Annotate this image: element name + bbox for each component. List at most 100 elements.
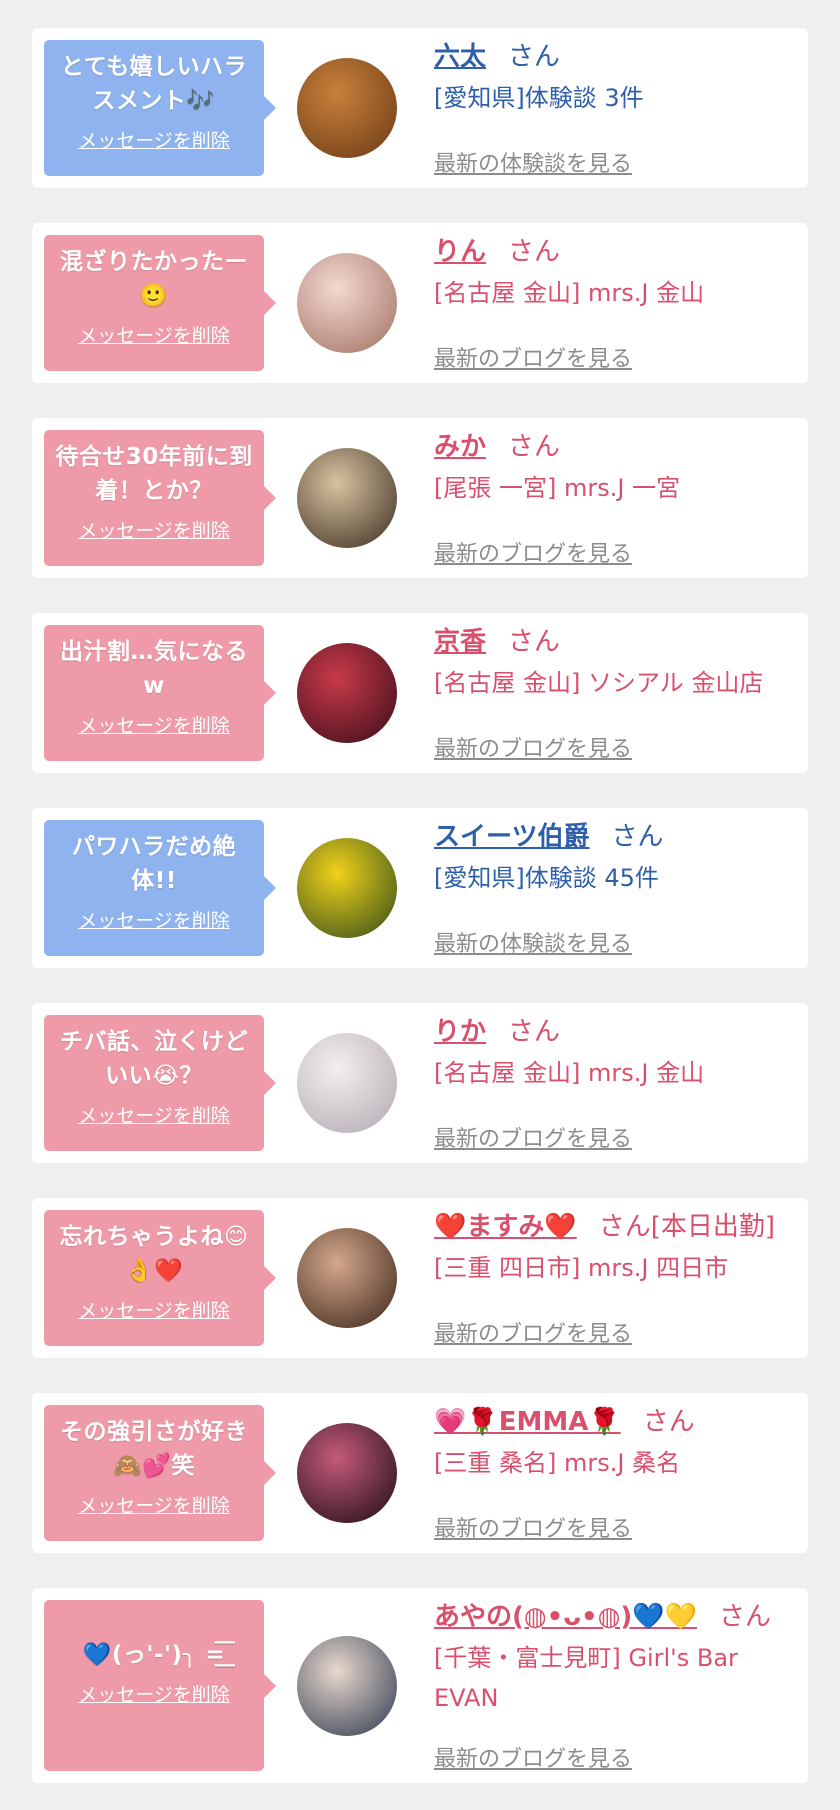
- message-text: 混ざりたかったー🙂: [60, 249, 248, 309]
- latest-post-link[interactable]: 最新のブログを見る: [434, 1511, 632, 1543]
- message-bubble: とても嬉しいハラスメント🎶 メッセージを削除: [44, 40, 276, 176]
- avatar[interactable]: [297, 253, 397, 353]
- delete-message-link[interactable]: メッセージを削除: [52, 711, 256, 738]
- avatar[interactable]: [297, 643, 397, 743]
- delete-message-link[interactable]: メッセージを削除: [52, 1491, 256, 1518]
- user-name-link[interactable]: スイーツ伯爵: [434, 822, 589, 852]
- latest-post-link[interactable]: 最新の体験談を見る: [434, 146, 632, 178]
- status-suffix: [本日出勤]: [650, 1212, 776, 1242]
- user-name-link[interactable]: ❤️ますみ❤️: [434, 1212, 577, 1242]
- name-line: みか さん: [434, 428, 798, 466]
- message-bubble: その強引さが好き🙈💕笑 メッセージを削除: [44, 1405, 276, 1541]
- delete-message-link[interactable]: メッセージを削除: [52, 1296, 256, 1323]
- latest-post-link[interactable]: 最新のブログを見る: [434, 536, 632, 568]
- message-card: 出汁割…気になるw メッセージを削除 京香 さん [名古屋 金山] ソシアル 金山…: [32, 613, 808, 773]
- latest-post-link[interactable]: 最新のブログを見る: [434, 341, 632, 373]
- message-bubble: 待合せ30年前に到着！とか？ メッセージを削除: [44, 430, 276, 566]
- message-text: パワハラだめ絶体!!: [71, 834, 237, 894]
- message-card: チバ話、泣くけどいい😭？ メッセージを削除 りか さん [名古屋 金山] mrs.…: [32, 1003, 808, 1163]
- name-line: あやの(◍•ᴗ•◍)💙💛 さん: [434, 1598, 798, 1636]
- name-line: ❤️ますみ❤️ さん[本日出勤]: [434, 1208, 798, 1246]
- user-name-link[interactable]: りか: [434, 1017, 486, 1047]
- name-line: りか さん: [434, 1013, 798, 1051]
- message-text: 出汁割…気になるw: [60, 639, 248, 699]
- delete-message-link[interactable]: メッセージを削除: [52, 126, 256, 153]
- message-bubble: パワハラだめ絶体!! メッセージを削除: [44, 820, 276, 956]
- honorific: さん: [718, 1602, 771, 1632]
- user-subtitle: [名古屋 金山] ソシアル 金山店: [434, 669, 764, 697]
- user-subtitle: [愛知県]体験談 45件: [434, 864, 659, 892]
- message-text: 忘れちゃうよね😊👌❤️: [59, 1224, 249, 1284]
- user-subtitle: [三重 桑名] mrs.J 桑名: [434, 1449, 681, 1477]
- honorific: さん: [508, 1017, 561, 1047]
- honorific: さん: [642, 1407, 695, 1437]
- user-name-link[interactable]: あやの(◍•ᴗ•◍)💙💛: [434, 1602, 697, 1632]
- user-info: 六太 さん [愛知県]体験談 3件: [434, 38, 798, 118]
- honorific: さん: [598, 1212, 651, 1242]
- latest-post-link[interactable]: 最新のブログを見る: [434, 1741, 632, 1773]
- avatar[interactable]: [297, 1423, 397, 1523]
- message-bubble: 忘れちゃうよね😊👌❤️ メッセージを削除: [44, 1210, 276, 1346]
- name-line: 六太 さん: [434, 38, 798, 76]
- delete-message-link[interactable]: メッセージを削除: [52, 1101, 256, 1128]
- avatar[interactable]: [297, 838, 397, 938]
- honorific: さん: [508, 432, 561, 462]
- message-bubble: チバ話、泣くけどいい😭？ メッセージを削除: [44, 1015, 276, 1151]
- user-info: りん さん [名古屋 金山] mrs.J 金山: [434, 233, 798, 313]
- user-name-link[interactable]: 京香: [434, 627, 486, 657]
- user-info: ❤️ますみ❤️ さん[本日出勤] [三重 四日市] mrs.J 四日市: [434, 1208, 798, 1288]
- user-subtitle: [愛知県]体験談 3件: [434, 84, 644, 112]
- message-text: その強引さが好き🙈💕笑: [60, 1419, 248, 1479]
- avatar[interactable]: [297, 1635, 397, 1736]
- message-bubble: 出汁割…気になるw メッセージを削除: [44, 625, 276, 761]
- delete-message-link[interactable]: メッセージを削除: [52, 516, 256, 543]
- message-bubble: 混ざりたかったー🙂 メッセージを削除: [44, 235, 276, 371]
- honorific: さん: [508, 627, 561, 657]
- message-card: 混ざりたかったー🙂 メッセージを削除 りん さん [名古屋 金山] mrs.J 金…: [32, 223, 808, 383]
- user-info: スイーツ伯爵 さん [愛知県]体験談 45件: [434, 818, 798, 898]
- honorific: さん: [611, 822, 664, 852]
- message-card: パワハラだめ絶体!! メッセージを削除 スイーツ伯爵 さん [愛知県]体験談 45…: [32, 808, 808, 968]
- name-line: 京香 さん: [434, 623, 798, 661]
- user-subtitle: [名古屋 金山] mrs.J 金山: [434, 1059, 705, 1087]
- message-card: とても嬉しいハラスメント🎶 メッセージを削除 六太 さん [愛知県]体験談 3件 …: [32, 28, 808, 188]
- delete-message-link[interactable]: メッセージを削除: [52, 906, 256, 933]
- message-text: 待合せ30年前に到着！とか？: [55, 444, 253, 504]
- message-card: 忘れちゃうよね😊👌❤️ メッセージを削除 ❤️ますみ❤️ さん[本日出勤] [三重…: [32, 1198, 808, 1358]
- user-info: 💗🌹EMMA🌹 さん [三重 桑名] mrs.J 桑名: [434, 1403, 798, 1483]
- message-card: 待合せ30年前に到着！とか？ メッセージを削除 みか さん [尾張 一宮] mrs…: [32, 418, 808, 578]
- honorific: さん: [508, 237, 561, 267]
- user-subtitle: [千葉・富士見町] Girl's Bar EVAN: [434, 1644, 738, 1712]
- message-card: その強引さが好き🙈💕笑 メッセージを削除 💗🌹EMMA🌹 さん [三重 桑名] m…: [32, 1393, 808, 1553]
- user-name-link[interactable]: 💗🌹EMMA🌹: [434, 1407, 621, 1437]
- avatar[interactable]: [297, 1033, 397, 1133]
- message-text: チバ話、泣くけどいい😭？: [60, 1029, 248, 1089]
- name-line: りん さん: [434, 233, 798, 271]
- name-line: スイーツ伯爵 さん: [434, 818, 798, 856]
- latest-post-link[interactable]: 最新のブログを見る: [434, 1121, 632, 1153]
- message-card: 💙(っ'-')╮ =͟͟͞͞ メッセージを削除 あやの(◍•ᴗ•◍)💙💛 さん […: [32, 1588, 808, 1783]
- latest-post-link[interactable]: 最新の体験談を見る: [434, 926, 632, 958]
- latest-post-link[interactable]: 最新のブログを見る: [434, 731, 632, 763]
- avatar[interactable]: [297, 58, 397, 158]
- message-text: とても嬉しいハラスメント🎶: [60, 54, 248, 114]
- notification-list: とても嬉しいハラスメント🎶 メッセージを削除 六太 さん [愛知県]体験談 3件 …: [0, 0, 840, 1783]
- name-line: 💗🌹EMMA🌹 さん: [434, 1403, 798, 1441]
- user-info: あやの(◍•ᴗ•◍)💙💛 さん [千葉・富士見町] Girl's Bar EVAN: [434, 1598, 798, 1718]
- user-name-link[interactable]: 六太: [434, 42, 486, 72]
- message-bubble: 💙(っ'-')╮ =͟͟͞͞ メッセージを削除: [44, 1600, 276, 1771]
- user-name-link[interactable]: みか: [434, 432, 486, 462]
- delete-message-link[interactable]: メッセージを削除: [52, 1680, 256, 1707]
- latest-post-link[interactable]: 最新のブログを見る: [434, 1316, 632, 1348]
- honorific: さん: [508, 42, 561, 72]
- user-info: みか さん [尾張 一宮] mrs.J 一宮: [434, 428, 798, 508]
- avatar[interactable]: [297, 448, 397, 548]
- user-subtitle: [三重 四日市] mrs.J 四日市: [434, 1254, 729, 1282]
- user-subtitle: [名古屋 金山] mrs.J 金山: [434, 279, 705, 307]
- user-info: りか さん [名古屋 金山] mrs.J 金山: [434, 1013, 798, 1093]
- user-subtitle: [尾張 一宮] mrs.J 一宮: [434, 474, 681, 502]
- message-text: 💙(っ'-')╮ =͟͟͞͞: [82, 1642, 226, 1668]
- avatar[interactable]: [297, 1228, 397, 1328]
- user-name-link[interactable]: りん: [434, 237, 486, 267]
- delete-message-link[interactable]: メッセージを削除: [52, 321, 256, 348]
